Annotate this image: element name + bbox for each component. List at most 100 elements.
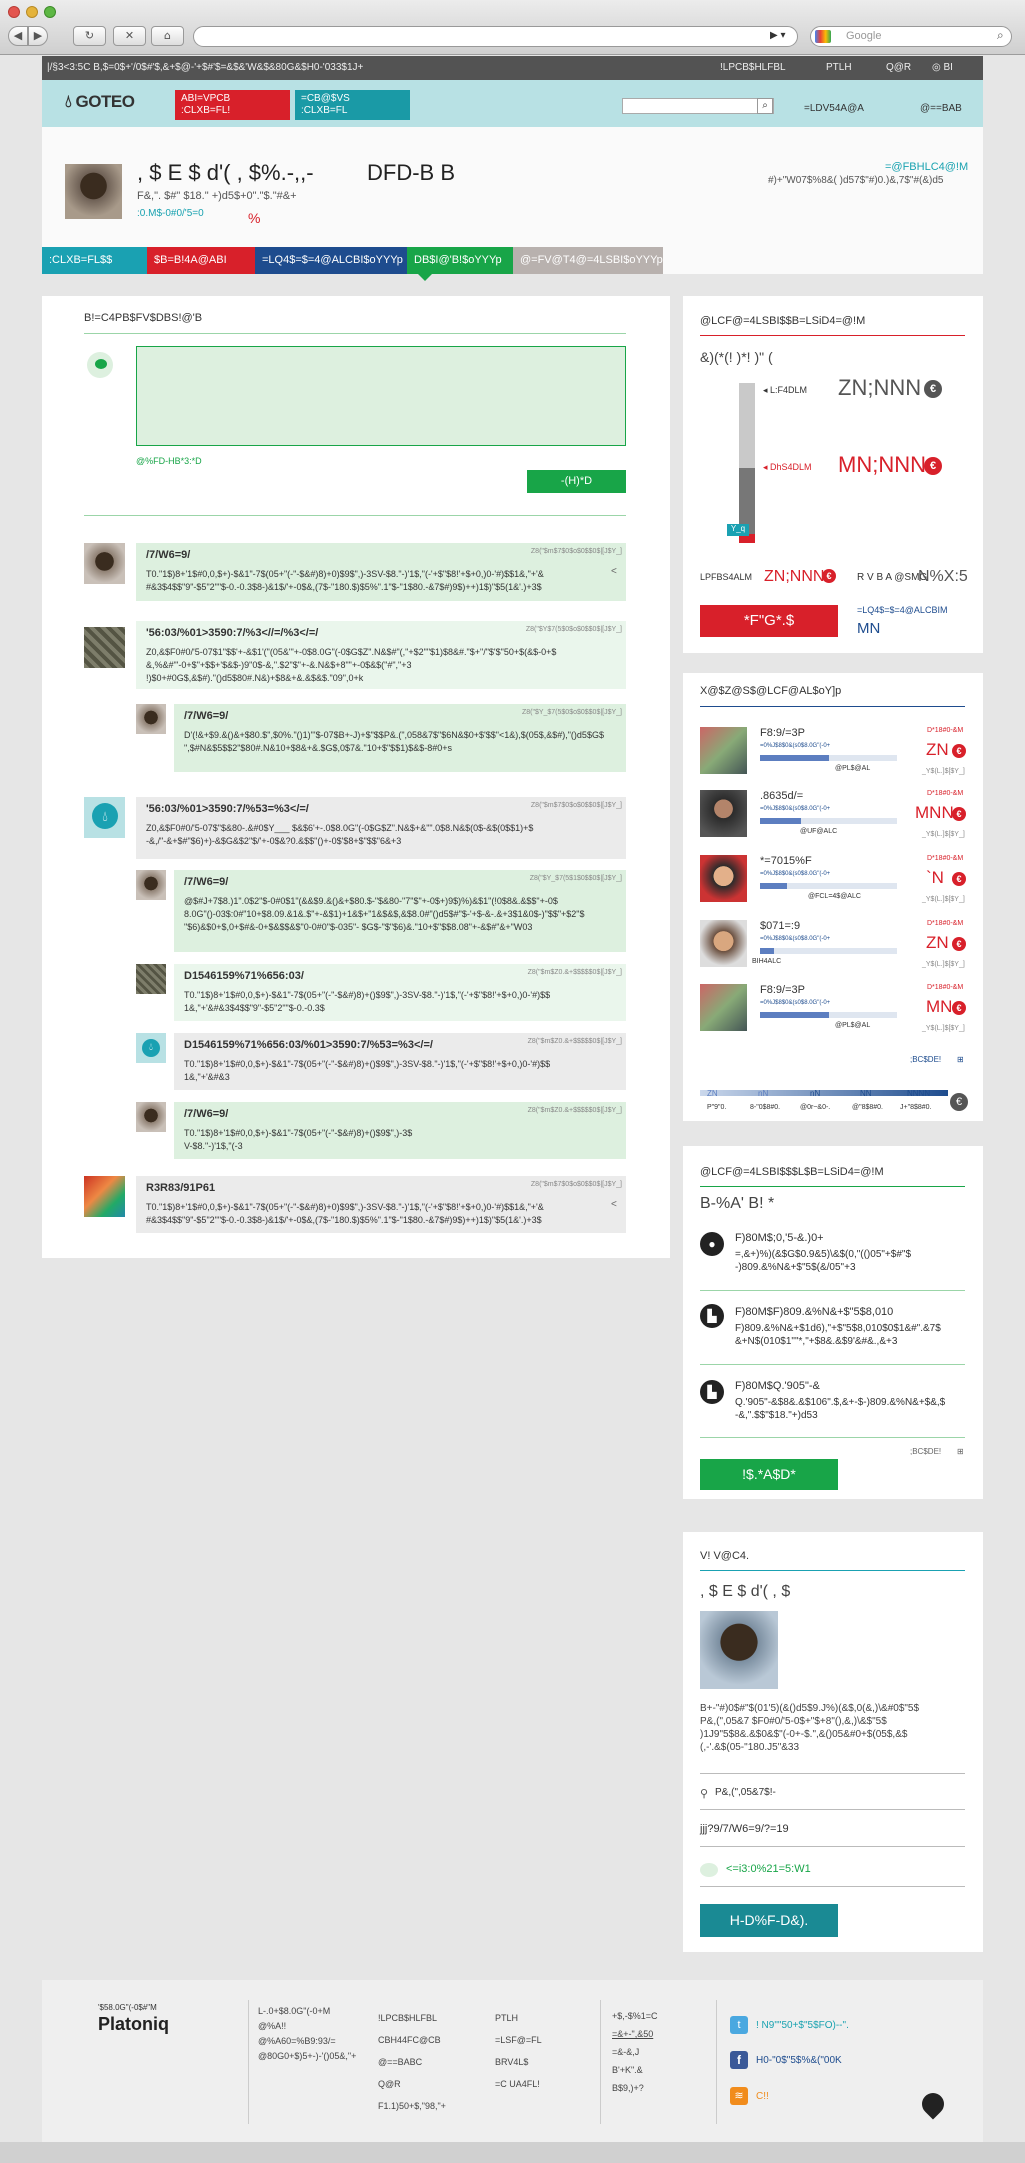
tab-messages[interactable]: DB$I@'B!$oYYYp	[407, 247, 513, 274]
footer-col1-item[interactable]: @80G0+$)5+-)-'()05&,"+	[258, 2049, 356, 2064]
supporters-link[interactable]: =LQ4$=$=4@ALCBIM	[857, 605, 947, 615]
backer-avatar	[700, 920, 747, 967]
about-heading: V! V@C4.	[700, 1550, 750, 1562]
backer-name[interactable]: .8635d/=	[760, 790, 803, 802]
maximize-window-icon[interactable]	[44, 6, 56, 18]
footer-link[interactable]: Q@R	[378, 2073, 446, 2095]
url-bar[interactable]	[193, 26, 798, 47]
backer-name[interactable]: F8:9/=3P	[760, 984, 805, 996]
rss-icon[interactable]: ≋	[730, 2087, 748, 2105]
platoniq-logo[interactable]: Platoniq	[98, 2014, 169, 2035]
back-button[interactable]: ◀	[8, 26, 28, 46]
facebook-icon[interactable]: f	[730, 2051, 748, 2069]
stop-button[interactable]: ✕	[113, 26, 146, 46]
twitter-icon[interactable]: t	[730, 2016, 748, 2034]
footer-link[interactable]: =&+-",&50	[612, 2025, 658, 2043]
twitter-link[interactable]: ! N9""50+$"5$FO)--".	[756, 2020, 849, 2031]
backer-name[interactable]: *=7015%F	[760, 855, 812, 867]
reply-date: Z8("$m$Z0.&+$$$$$0$|[J$Y_]	[527, 969, 622, 976]
footer-link[interactable]: CBH44FC@CB	[378, 2029, 446, 2051]
rewards-sub: B-%A' B! *	[700, 1195, 775, 1212]
message-textarea[interactable]	[136, 346, 626, 446]
footer-tagline: '$58.0G"(-0$#"M	[98, 2003, 157, 2012]
level-bot: @0r~&0-.	[800, 1104, 831, 1111]
euro-icon: €	[952, 744, 966, 758]
rewards-more-link[interactable]: ;BC$DE!	[910, 1447, 941, 1456]
minimize-window-icon[interactable]	[26, 6, 38, 18]
search-icon[interactable]: ⌕	[997, 28, 1004, 43]
footer-link[interactable]: !LPCB$HLFBL	[378, 2007, 446, 2029]
footer-link[interactable]: @==BABC	[378, 2051, 446, 2073]
profile-right-link[interactable]: =@FBHLC4@!M	[885, 161, 968, 173]
message-text: T0."1$)8+'1$#0,0,$+)-$&1"-7$(05+"(-"-$&#…	[146, 1202, 544, 1225]
expand-arrow-icon[interactable]: <	[611, 1199, 617, 1210]
backer-amount-label: D*18#0-&M	[927, 727, 964, 734]
message-item: '56:03/%01>3590:7/%3<//=/%3</=/Z8("$Y$7(…	[136, 621, 626, 689]
footer-link[interactable]: PTLH	[495, 2007, 542, 2029]
footer-link[interactable]: BRV4L$	[495, 2051, 542, 2073]
footer-link[interactable]: B$9,)+?	[612, 2079, 658, 2097]
message-item: '56:03/%01>3590:7/%53=%3</=/Z8("$m$7$0$o…	[136, 797, 626, 859]
header-nav-2[interactable]: @==BAB	[920, 103, 962, 114]
header-search-input[interactable]	[622, 98, 774, 114]
backer-amount-label: D*18#0-&M	[927, 855, 964, 862]
rss-link[interactable]: C!!	[756, 2091, 769, 2102]
close-window-icon[interactable]	[8, 6, 20, 18]
goteo-logo[interactable]: 💧︎ GOTEO	[65, 92, 135, 112]
footer-divider	[248, 2000, 249, 2124]
about-web-link[interactable]: jjj?9/7/W6=9/?=19	[700, 1823, 789, 1835]
backer-name[interactable]: F8:9/=3P	[760, 727, 805, 739]
footer-col1-item[interactable]: @%A!!	[258, 2019, 356, 2034]
message-date: Z8("$Y$7(5$0$o$0$$0$|[J$Y_]	[525, 626, 622, 633]
tab-needs[interactable]: $B=B!4A@ABI	[147, 247, 255, 274]
header-create-button[interactable]: ABI=VPCB :CLXB=FL!	[175, 90, 290, 120]
backer-name[interactable]: $071=:9	[760, 920, 800, 932]
language-selector[interactable]: ◎ BI	[932, 62, 953, 73]
search-icon[interactable]: ⌕	[757, 98, 773, 114]
profile-percent: %	[248, 210, 261, 226]
tab-updates[interactable]: @=FV@T4@=4LSBI$oYYYp	[513, 247, 663, 274]
footer-link[interactable]: B'+K".&	[612, 2061, 658, 2079]
footer-col1-item[interactable]: @%A60=%B9:93/=	[258, 2034, 356, 2049]
header-explore-button[interactable]: =CB@$VS :CLXB=FL	[295, 90, 410, 120]
footer-link[interactable]: F1.1)50+$,"98,"+	[378, 2095, 446, 2117]
footer-link[interactable]: +$,-$%1=C	[612, 2007, 658, 2025]
minimum-value: ZN;NNN	[838, 375, 922, 400]
about-bio: B+-"#)0$#"$(01'5)(&()d5$9.J%)(&$,0(&,)\&…	[700, 1703, 920, 1753]
support-project-button[interactable]: *F"G*.$	[700, 605, 838, 637]
post-message-button[interactable]: -(H)*D	[527, 470, 626, 493]
profile-link[interactable]: :0.M$-0#0/'5=0	[137, 208, 204, 219]
home-button[interactable]: ⌂	[151, 26, 184, 46]
topbar-link-2[interactable]: PTLH	[826, 62, 852, 73]
forward-button[interactable]: ▶	[28, 26, 48, 46]
footer-link[interactable]: =LSF@=FL	[495, 2029, 542, 2051]
reward-text: =,&+)%)(&$G$0.9&5)\&$(0,"(()05"+$#"$ -)8…	[735, 1249, 912, 1273]
backer-level-fill	[760, 755, 829, 761]
header-nav-1[interactable]: =LDV54A@A	[804, 103, 864, 114]
drop-icon: 💧︎	[65, 92, 72, 111]
rewards-button[interactable]: !$.*A$D*	[700, 1459, 838, 1490]
topbar-link-1[interactable]: !LPCB$HLFBL	[720, 62, 786, 73]
divider	[700, 706, 965, 707]
arrow-icon[interactable]: ⊞	[957, 1447, 964, 1456]
about-message-link[interactable]: <=i3:0%21=5:W1	[726, 1863, 811, 1875]
expand-arrow-icon[interactable]: <	[611, 566, 617, 577]
tab-supporters[interactable]: =LQ4$=$=4@ALCBI$oYYYp	[255, 247, 407, 274]
about-contact-button[interactable]: H-D%F-D&).	[700, 1904, 838, 1937]
backers-more-link[interactable]: ;BC$DE!	[910, 1055, 941, 1064]
footer-link[interactable]: =C UA4FL!	[495, 2073, 542, 2095]
message-item: R3R83/91P61 Z8("$m$7$0$o$0$$0$|[J$Y_] T0."…	[136, 1176, 626, 1233]
backer-amount: ZN	[926, 933, 949, 952]
google-search-input[interactable]: Google	[810, 26, 1012, 47]
supporters-count: MN	[857, 620, 881, 637]
reload-button[interactable]: ↻	[73, 26, 106, 46]
facebook-link[interactable]: H0-"0$"5$%&("00K	[756, 2055, 842, 2066]
topbar-link-3[interactable]: Q@R	[886, 62, 911, 73]
go-arrow-icon[interactable]: ▶ ▾	[770, 30, 786, 41]
raised-label-text: DhS4DLM	[770, 462, 812, 472]
divider	[84, 515, 626, 516]
footer-link[interactable]: =&-&,J	[612, 2043, 658, 2061]
tab-home[interactable]: :CLXB=FL$$	[42, 247, 147, 274]
message-date: Z8("$m$7$0$o$0$$0$|[J$Y_]	[530, 548, 622, 555]
arrow-icon[interactable]: ⊞	[957, 1055, 964, 1064]
